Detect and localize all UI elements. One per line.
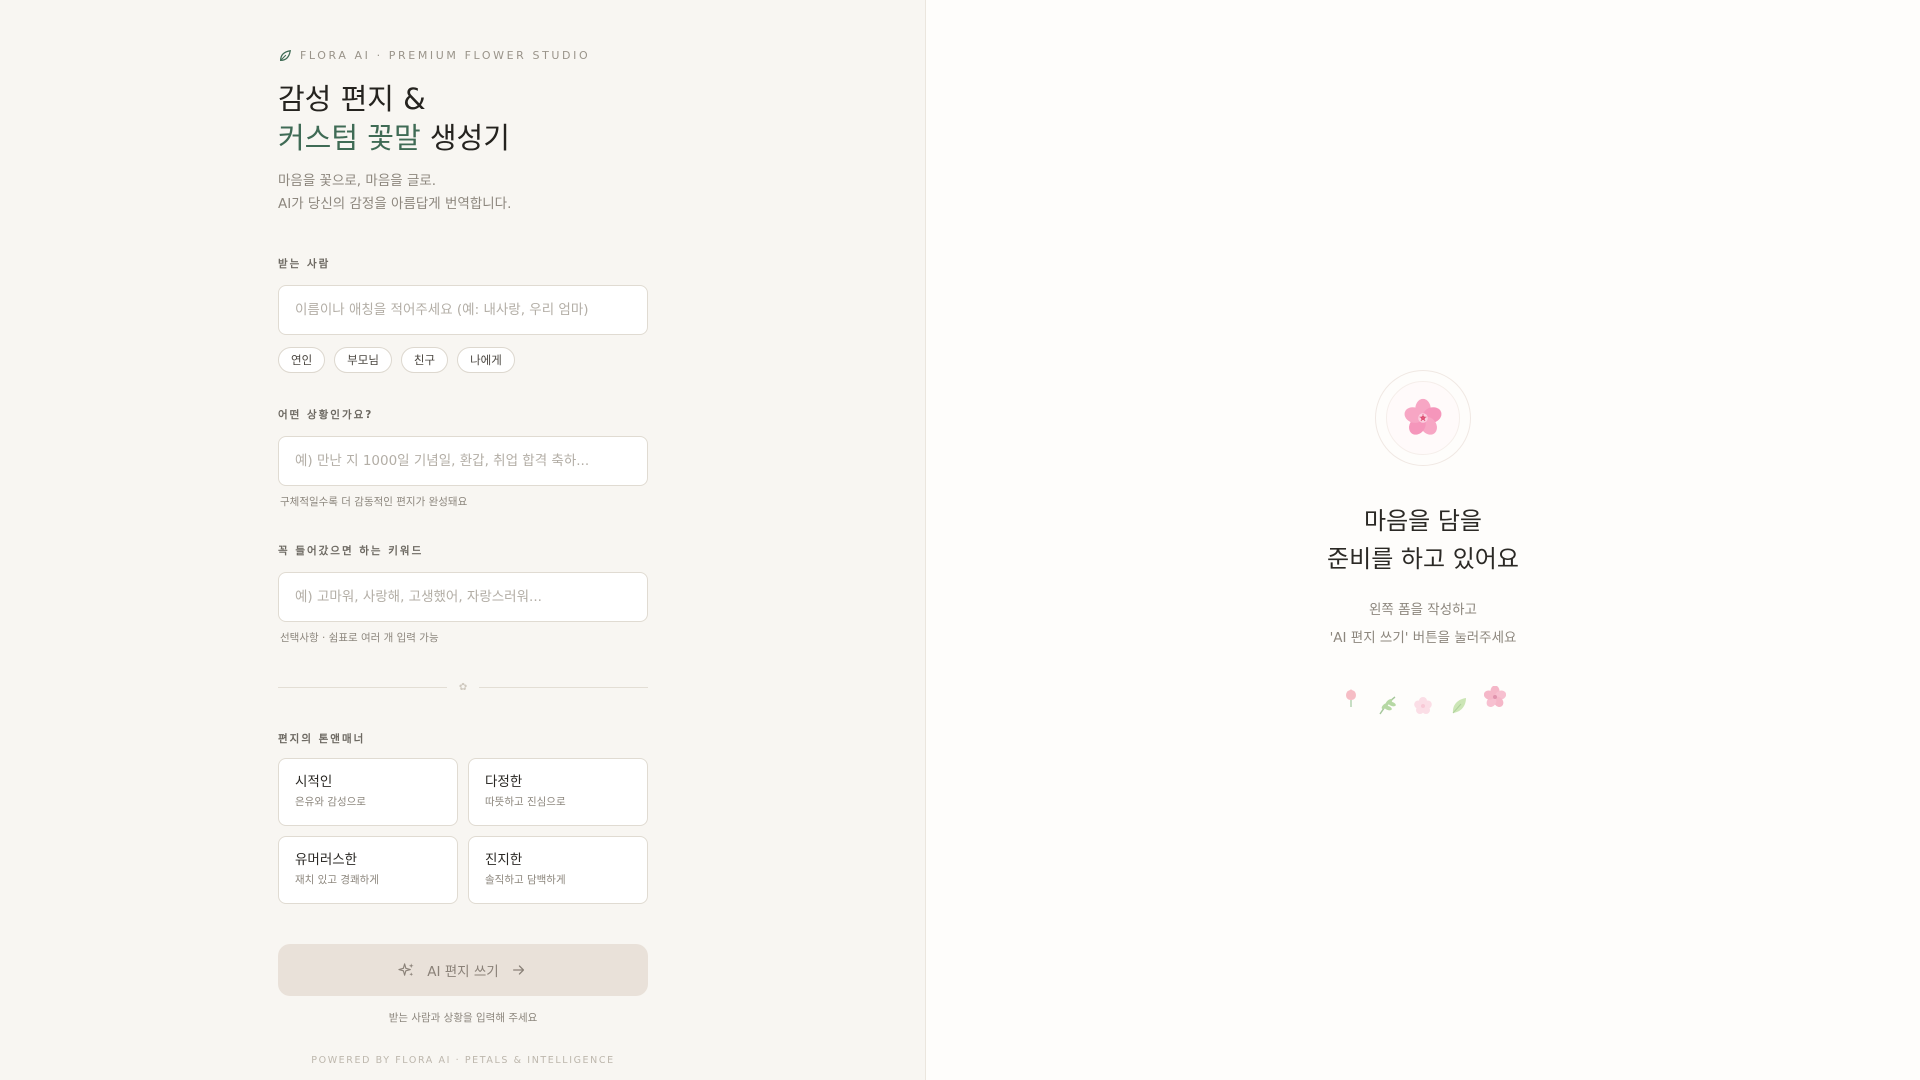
ai-write-label: AI 편지 쓰기 [427, 964, 499, 980]
chip-lover[interactable]: 연인 [278, 347, 326, 373]
tone-desc: 따뜻하고 진심으로 [485, 796, 566, 808]
flower-decorations [926, 686, 1920, 716]
keywords-label: 꼭 들어갔으면 하는 키워드 [278, 545, 424, 557]
tone-label: 편지의 톤앤매너 [278, 733, 366, 745]
leaf-icon [1452, 698, 1466, 714]
title-line-1: 감성 편지 & [278, 82, 426, 116]
tone-desc: 솔직하고 담백하게 [485, 874, 566, 886]
recipient-input[interactable] [278, 285, 648, 335]
divider-line-right [479, 686, 649, 688]
tone-name: 다정한 [485, 774, 523, 790]
leaf-icon [278, 48, 292, 62]
chip-friend[interactable]: 친구 [400, 347, 449, 373]
blossom-icon [1414, 697, 1432, 714]
chip-parents[interactable]: 부모님 [334, 347, 392, 373]
tone-options: 시적인 은유와 감성으로 다정한 따뜻하고 진심으로 유머러스한 재치 있고 경… [278, 758, 648, 904]
tone-desc: 재치 있고 경쾌하게 [295, 874, 379, 886]
empty-desc-line-1: 왼쪽 폼을 작성하고 [1369, 602, 1477, 618]
tone-option-warm[interactable]: 다정한 따뜻하고 진심으로 [468, 758, 648, 826]
tone-option-poetic[interactable]: 시적인 은유와 감성으로 [278, 758, 458, 826]
herb-icon [1379, 696, 1396, 715]
empty-desc-line-2: 'AI 편지 쓰기' 버튼을 눌러주세요 [1329, 630, 1517, 646]
title-accent: 커스텀 꽃말 [278, 121, 421, 155]
tone-name: 진지한 [485, 852, 523, 868]
submit-hint: 받는 사람과 상황을 입력해 주세요 [388, 1012, 538, 1024]
page-title: 감성 편지 & 커스텀 꽃말 생성기 [278, 80, 648, 158]
flower-badge [1375, 370, 1471, 466]
subtitle-line-1: 마음을 꽃으로, 마음을 글로. [278, 173, 437, 189]
brand-text: FLORA AI · PREMIUM FLOWER STUDIO [300, 48, 591, 62]
tone-name: 시적인 [295, 774, 333, 790]
tone-desc: 은유와 감성으로 [295, 796, 366, 808]
keywords-hint: 선택사항 · 쉼표로 여러 개 입력 가능 [280, 632, 439, 644]
recipient-chips: 연인 부모님 친구 나에게 [278, 347, 648, 373]
subtitle-line-2: AI가 당신의 감정을 아름답게 번역합니다. [278, 196, 512, 212]
empty-title-line-1: 마음을 담을 [1363, 507, 1483, 535]
page-subtitle: 마음을 꽃으로, 마음을 글로. AI가 당신의 감정을 아름답게 번역합니다. [278, 170, 648, 216]
situation-hint: 구체적일수록 더 감동적인 편지가 완성돼요 [280, 496, 468, 508]
flower-badge-inner [1386, 381, 1460, 455]
letter-form: FLORA AI · PREMIUM FLOWER STUDIO 감성 편지 &… [278, 46, 649, 1066]
cherry-blossom-icon [1404, 398, 1442, 435]
tone-option-serious[interactable]: 진지한 솔직하고 담백하게 [468, 836, 648, 904]
recipient-label: 받는 사람 [278, 258, 331, 270]
ai-write-button[interactable]: AI 편지 쓰기 [278, 944, 648, 996]
tone-name: 유머러스한 [295, 852, 358, 868]
form-panel: FLORA AI · PREMIUM FLOWER STUDIO 감성 편지 &… [0, 0, 926, 1080]
empty-state-description: 왼쪽 폼을 작성하고 'AI 편지 쓰기' 버튼을 눌러주세요 [926, 596, 1920, 652]
arrow-right-icon [511, 962, 528, 979]
keywords-input[interactable] [278, 572, 648, 622]
empty-state: 마음을 담을 준비를 하고 있어요 왼쪽 폼을 작성하고 'AI 편지 쓰기' … [926, 370, 1920, 716]
divider-line-left [278, 686, 447, 688]
hibiscus-icon [1484, 686, 1506, 708]
rose-icon [1346, 689, 1356, 707]
situation-input[interactable] [278, 436, 648, 486]
flower-mark-icon: ✿ [458, 681, 468, 693]
sparkles-icon [398, 962, 415, 979]
empty-title-line-2: 준비를 하고 있어요 [1327, 545, 1519, 573]
chip-myself[interactable]: 나에게 [457, 347, 515, 373]
brand: FLORA AI · PREMIUM FLOWER STUDIO [278, 46, 648, 64]
situation-label: 어떤 상황인가요? [278, 409, 374, 421]
powered-by: POWERED BY FLORA AI · PETALS & INTELLIGE… [311, 1055, 615, 1066]
section-divider: ✿ [278, 681, 649, 693]
preview-panel: 마음을 담을 준비를 하고 있어요 왼쪽 폼을 작성하고 'AI 편지 쓰기' … [926, 0, 1920, 1080]
title-rest: 생성기 [420, 121, 510, 155]
empty-state-title: 마음을 담을 준비를 하고 있어요 [926, 502, 1920, 578]
tone-option-humorous[interactable]: 유머러스한 재치 있고 경쾌하게 [278, 836, 458, 904]
